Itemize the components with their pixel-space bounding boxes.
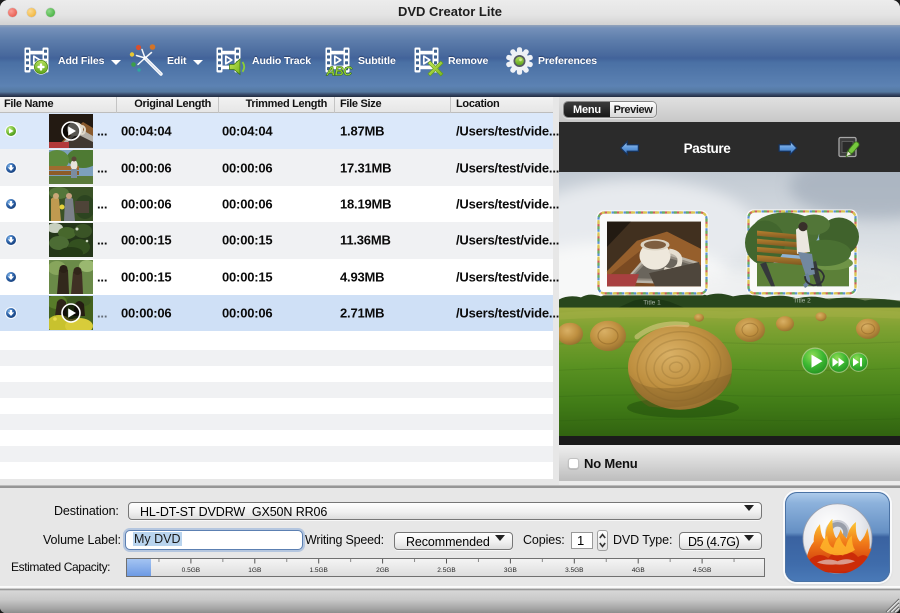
svg-text:2.5GB: 2.5GB	[437, 567, 455, 574]
svg-text:4GB: 4GB	[632, 567, 645, 574]
svg-text:Title 1: Title 1	[643, 299, 661, 306]
svg-text:1GB: 1GB	[248, 567, 261, 574]
svg-text:4.5GB: 4.5GB	[693, 567, 711, 574]
svg-text:3.5GB: 3.5GB	[565, 567, 583, 574]
svg-text:2GB: 2GB	[376, 567, 389, 574]
svg-text:1.5GB: 1.5GB	[309, 567, 327, 574]
svg-text:Title 2: Title 2	[793, 297, 811, 304]
svg-text:3GB: 3GB	[504, 567, 517, 574]
svg-text:0.5GB: 0.5GB	[182, 567, 200, 574]
svg-text:Pasture: Pasture	[684, 141, 732, 156]
svg-text:ABC: ABC	[325, 65, 353, 79]
